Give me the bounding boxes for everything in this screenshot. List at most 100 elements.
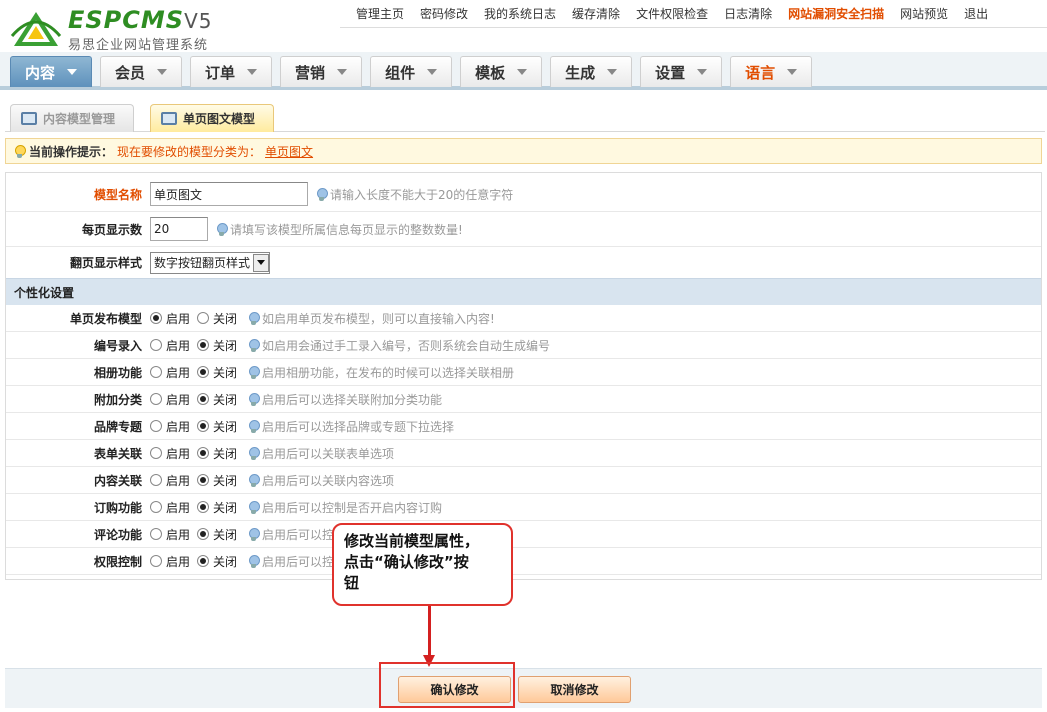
option-label: 相册功能 <box>93 365 142 380</box>
option-hint: 启用后可以选择关联附加分类功能 <box>262 392 443 407</box>
chevron-down-icon <box>697 69 708 75</box>
link-admin-home[interactable]: 管理主页 <box>348 5 412 22</box>
tip-text: 现在要修改的模型分类为： <box>117 144 262 159</box>
radio-enable-label: 启用 <box>166 419 191 434</box>
page-style-select[interactable]: 数字按钮翻页样式 <box>150 251 271 274</box>
logo-text: ESPCMS <box>68 6 185 34</box>
radio-enable[interactable] <box>150 366 162 378</box>
option-label: 表单关联 <box>93 446 142 461</box>
radio-disable[interactable] <box>197 393 210 405</box>
form-row-pagestyle: 翻页显示样式 数字按钮翻页样式 <box>6 247 1041 278</box>
option-hint: 启用后可以选择品牌或专题下拉选择 <box>262 419 455 434</box>
tab-model-management[interactable]: 内容模型管理 <box>10 104 135 132</box>
option-hint: 如启用单页发布模型，则可以直接输入内容! <box>262 311 495 326</box>
radio-disable-label: 关闭 <box>213 446 238 461</box>
radio-disable-label: 关闭 <box>213 392 238 407</box>
radio-enable[interactable] <box>150 528 162 540</box>
option-label: 内容关联 <box>93 473 142 488</box>
link-security-scan[interactable]: 网站漏洞安全扫描 <box>780 5 892 22</box>
option-hint: 启用后可以控 <box>262 527 335 542</box>
link-clear-log[interactable]: 日志清除 <box>716 5 780 22</box>
nav-template[interactable]: 模板 <box>460 56 543 87</box>
radio-disable[interactable] <box>197 420 210 432</box>
chevron-down-icon <box>607 69 618 75</box>
radio-enable-label: 启用 <box>166 338 191 353</box>
callout-line: 点击“确认修改”按 <box>344 553 469 571</box>
page-size-input[interactable] <box>150 217 208 241</box>
radio-disable[interactable] <box>197 366 210 378</box>
tab-single-page-model[interactable]: 单页图文模型 <box>150 104 275 132</box>
option-hint: 启用后可以关联内容选项 <box>262 473 395 488</box>
nav-generate[interactable]: 生成 <box>550 56 633 87</box>
lightbulb-icon <box>248 311 261 325</box>
nav-component[interactable]: 组件 <box>370 56 453 87</box>
logo-version: V5 <box>184 9 213 33</box>
nav-marketing[interactable]: 营销 <box>280 56 363 87</box>
nav-settings[interactable]: 设置 <box>640 56 723 87</box>
link-logout[interactable]: 退出 <box>956 5 996 22</box>
nav-language[interactable]: 语言 <box>730 56 813 87</box>
radio-disable[interactable] <box>197 339 210 351</box>
link-preview[interactable]: 网站预览 <box>892 5 956 22</box>
radio-enable[interactable] <box>150 393 162 405</box>
radio-enable-label: 启用 <box>166 311 191 326</box>
radio-enable[interactable] <box>150 447 162 459</box>
link-file-permission[interactable]: 文件权限检查 <box>628 5 716 22</box>
link-my-log[interactable]: 我的系统日志 <box>476 5 564 22</box>
lightbulb-icon <box>248 419 261 433</box>
nav-order[interactable]: 订单 <box>190 56 273 87</box>
form-row-pagesize: 每页显示数 请填写该模型所属信息每页显示的整数数量! <box>6 212 1041 247</box>
radio-enable[interactable] <box>150 312 162 324</box>
nav-content[interactable]: 内容 <box>10 56 93 87</box>
radio-disable-label: 关闭 <box>213 311 238 326</box>
logo: ESPCMSV5 易思企业网站管理系统 <box>10 4 240 53</box>
radio-disable[interactable] <box>197 555 210 567</box>
radio-disable-label: 关闭 <box>213 338 238 353</box>
radio-disable[interactable] <box>197 312 210 324</box>
option-hint: 启用后可以控制是否开启内容订购 <box>262 500 443 515</box>
radio-disable[interactable] <box>197 501 210 513</box>
lightbulb-icon <box>248 500 261 514</box>
nav-label: 内容 <box>25 63 56 82</box>
radio-disable-label: 关闭 <box>213 527 238 542</box>
radio-enable[interactable] <box>150 420 162 432</box>
chevron-down-icon <box>67 69 78 75</box>
nav-label: 订单 <box>205 63 236 82</box>
radio-enable[interactable] <box>150 474 162 486</box>
field-hint: 请输入长度不能大于20的任意字符 <box>330 187 514 202</box>
radio-disable[interactable] <box>197 474 210 486</box>
lightbulb-icon <box>248 365 261 379</box>
radio-enable[interactable] <box>150 555 162 567</box>
radio-enable-label: 启用 <box>166 365 191 380</box>
model-name-input[interactable] <box>150 182 308 206</box>
nav-member[interactable]: 会员 <box>100 56 183 87</box>
model-form: 模型名称 请输入长度不能大于20的任意字符 每页显示数 请填写该模型所属信息每页… <box>5 172 1042 580</box>
radio-disable-label: 关闭 <box>213 554 238 569</box>
option-row: 品牌专题 启用 关闭 启用后可以选择品牌或专题下拉选择 <box>6 413 1041 440</box>
option-row: 相册功能 启用 关闭 启用相册功能，在发布的时候可以选择关联相册 <box>6 359 1041 386</box>
tip-link[interactable]: 单页图文 <box>265 143 313 160</box>
nav-label: 营销 <box>295 63 326 82</box>
option-hint: 启用后可以关联表单选项 <box>262 446 395 461</box>
radio-disable-label: 关闭 <box>213 419 238 434</box>
chevron-down-icon <box>247 69 258 75</box>
radio-enable-label: 启用 <box>166 554 191 569</box>
radio-enable[interactable] <box>150 339 162 351</box>
radio-disable[interactable] <box>197 447 210 459</box>
link-clear-cache[interactable]: 缓存清除 <box>564 5 628 22</box>
form-row-name: 模型名称 请输入长度不能大于20的任意字符 <box>6 177 1041 212</box>
radio-disable[interactable] <box>197 528 210 540</box>
cancel-button[interactable]: 取消修改 <box>518 676 631 703</box>
link-password[interactable]: 密码修改 <box>412 5 476 22</box>
lightbulb-icon <box>248 392 261 406</box>
main-nav: 内容 会员 订单 营销 组件 模板 生成 设置 语言 <box>0 52 1047 90</box>
field-label: 每页显示数 <box>81 222 142 237</box>
sub-tabs: 内容模型管理 单页图文模型 <box>5 100 1045 132</box>
option-row: 附加分类 启用 关闭 启用后可以选择关联附加分类功能 <box>6 386 1041 413</box>
option-label: 权限控制 <box>93 554 142 569</box>
lightbulb-icon <box>248 554 261 568</box>
radio-enable[interactable] <box>150 501 162 513</box>
field-label: 模型名称 <box>93 187 142 202</box>
lightbulb-icon <box>248 338 261 352</box>
option-hint: 启用相册功能，在发布的时候可以选择关联相册 <box>262 365 515 380</box>
